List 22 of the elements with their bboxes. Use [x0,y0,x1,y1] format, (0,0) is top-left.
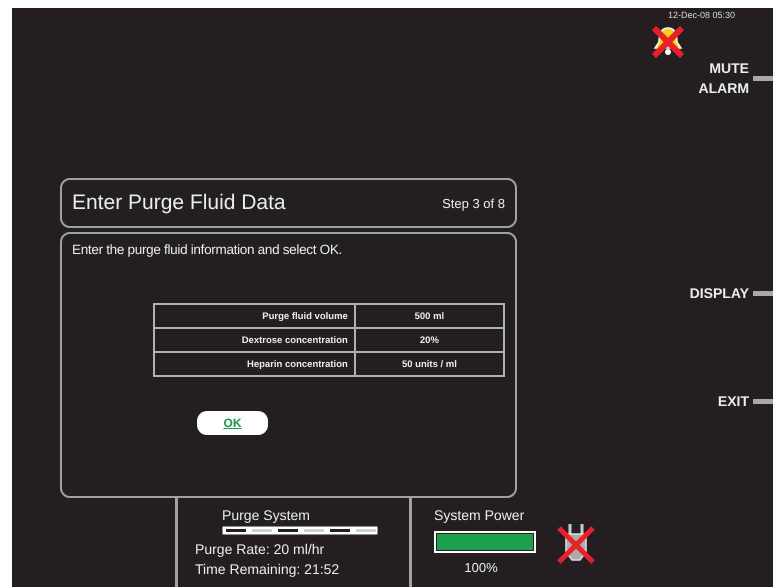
field-value[interactable]: 50 units / ml [354,352,504,376]
soft-key-marker [753,398,773,404]
battery-reading: 100% [464,560,498,575]
field-label: Dextrose concentration [154,328,355,352]
field-value[interactable]: 500 ml [354,304,504,328]
field-label: Purge fluid volume [154,304,355,328]
soft-key-marker [753,76,773,80]
field-value[interactable]: 20% [354,328,504,352]
panel-title: Purge System [222,507,311,523]
date-time: 12-Dec-08 05:30 [668,10,735,20]
instruction-text: Enter the purge fluid information and select OK. [72,242,344,257]
soft-key-label[interactable]: MUTE ALARM [689,58,749,98]
soft-key-marker [753,290,773,296]
step-indicator: Step 3 of 8 [442,196,505,210]
soft-key-label[interactable]: EXIT [718,393,749,409]
soft-key-label[interactable]: DISPLAY [690,285,749,301]
time-remaining-text: Time Remaining: 21:52 [195,560,340,579]
ok-button[interactable]: OK [197,411,268,435]
field-label: Heparin concentration [154,352,355,376]
panel-title: System Power [434,507,526,523]
purge-rate-text: Purge Rate: 20 ml/hr [195,540,326,559]
dialog-title: Enter Purge Fluid Data [72,191,286,215]
